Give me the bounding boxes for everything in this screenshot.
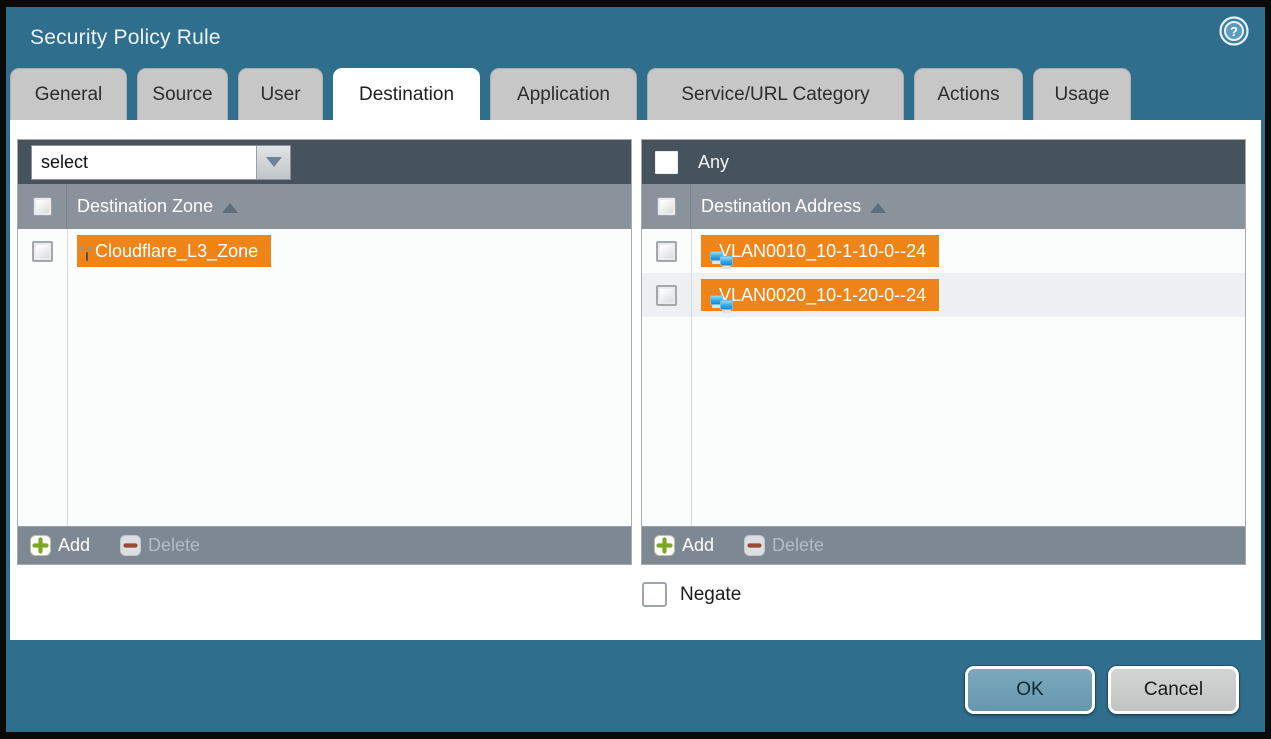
destination-tab-content: select Destination Zone — [10, 120, 1261, 640]
zone-delete-button[interactable]: Delete — [120, 535, 200, 556]
zone-select-dropdown-button[interactable] — [256, 146, 290, 179]
address-label: VLAN0020_10-1-20-0--24 — [719, 285, 926, 306]
tab-user[interactable]: User — [238, 68, 323, 120]
cancel-button[interactable]: Cancel — [1108, 666, 1239, 714]
address-row-checkbox[interactable] — [656, 285, 677, 306]
tab-service-url-category[interactable]: Service/URL Category — [647, 68, 904, 120]
select-all-zones-checkbox[interactable] — [33, 197, 52, 216]
delete-icon — [120, 535, 141, 556]
zone-select-combobox[interactable]: select — [31, 145, 291, 180]
destination-address-panel: Any Destination Address — [641, 139, 1246, 565]
negate-checkbox[interactable] — [642, 582, 667, 607]
help-icon[interactable]: ? — [1219, 16, 1249, 46]
tab-application[interactable]: Application — [490, 68, 637, 120]
address-tag[interactable]: VLAN0020_10-1-20-0--24 — [701, 279, 939, 311]
delete-icon — [744, 535, 765, 556]
title-bar: Security Policy Rule ? — [6, 7, 1265, 68]
address-row[interactable]: VLAN0020_10-1-20-0--24 — [642, 273, 1245, 317]
address-panel-toolbar: Any — [642, 140, 1245, 184]
zone-label: Cloudflare_L3_Zone — [95, 241, 258, 262]
zone-panel-footer: Add Delete — [18, 526, 631, 564]
any-label: Any — [698, 152, 729, 173]
add-icon — [654, 535, 675, 556]
zone-list: Cloudflare_L3_Zone — [18, 229, 631, 526]
zone-select-value[interactable]: select — [32, 146, 256, 179]
zone-row-checkbox[interactable] — [32, 241, 53, 262]
address-add-button[interactable]: Add — [654, 535, 714, 556]
zone-row[interactable]: Cloudflare_L3_Zone — [18, 229, 631, 273]
sort-ascending-icon[interactable] — [222, 203, 238, 213]
dialog-title: Security Policy Rule — [30, 26, 221, 50]
destination-zone-panel: select Destination Zone — [17, 139, 632, 565]
address-delete-button[interactable]: Delete — [744, 535, 824, 556]
select-all-addresses-checkbox[interactable] — [657, 197, 676, 216]
address-row-checkbox[interactable] — [656, 241, 677, 262]
tab-source[interactable]: Source — [137, 68, 228, 120]
address-label: VLAN0010_10-1-10-0--24 — [719, 241, 926, 262]
address-list: VLAN0010_10-1-10-0--24 — [642, 229, 1245, 526]
svg-text:?: ? — [1230, 24, 1238, 39]
address-row[interactable]: VLAN0010_10-1-10-0--24 — [642, 229, 1245, 273]
negate-label: Negate — [680, 584, 741, 606]
zone-tag[interactable]: Cloudflare_L3_Zone — [77, 235, 271, 267]
address-panel-footer: Add Delete — [642, 526, 1245, 564]
zone-add-button[interactable]: Add — [30, 535, 90, 556]
chevron-down-icon — [266, 157, 282, 167]
zone-panel-toolbar: select — [18, 140, 631, 184]
zone-column-header: Destination Zone — [18, 184, 631, 229]
sort-ascending-icon[interactable] — [870, 203, 886, 213]
zone-column-label[interactable]: Destination Zone — [77, 196, 213, 217]
any-checkbox[interactable] — [655, 151, 678, 174]
tab-actions[interactable]: Actions — [914, 68, 1023, 120]
tab-destination[interactable]: Destination — [333, 68, 480, 120]
tab-general[interactable]: General — [10, 68, 127, 120]
tab-usage[interactable]: Usage — [1033, 68, 1131, 120]
tab-bar: General Source User Destination Applicat… — [10, 68, 1261, 120]
ok-button[interactable]: OK — [965, 666, 1095, 714]
address-column-label[interactable]: Destination Address — [701, 196, 861, 217]
security-policy-rule-dialog: Security Policy Rule ? General Source Us… — [6, 7, 1265, 732]
negate-control: Negate — [642, 582, 741, 607]
address-tag[interactable]: VLAN0010_10-1-10-0--24 — [701, 235, 939, 267]
add-icon — [30, 535, 51, 556]
address-column-header: Destination Address — [642, 184, 1245, 229]
